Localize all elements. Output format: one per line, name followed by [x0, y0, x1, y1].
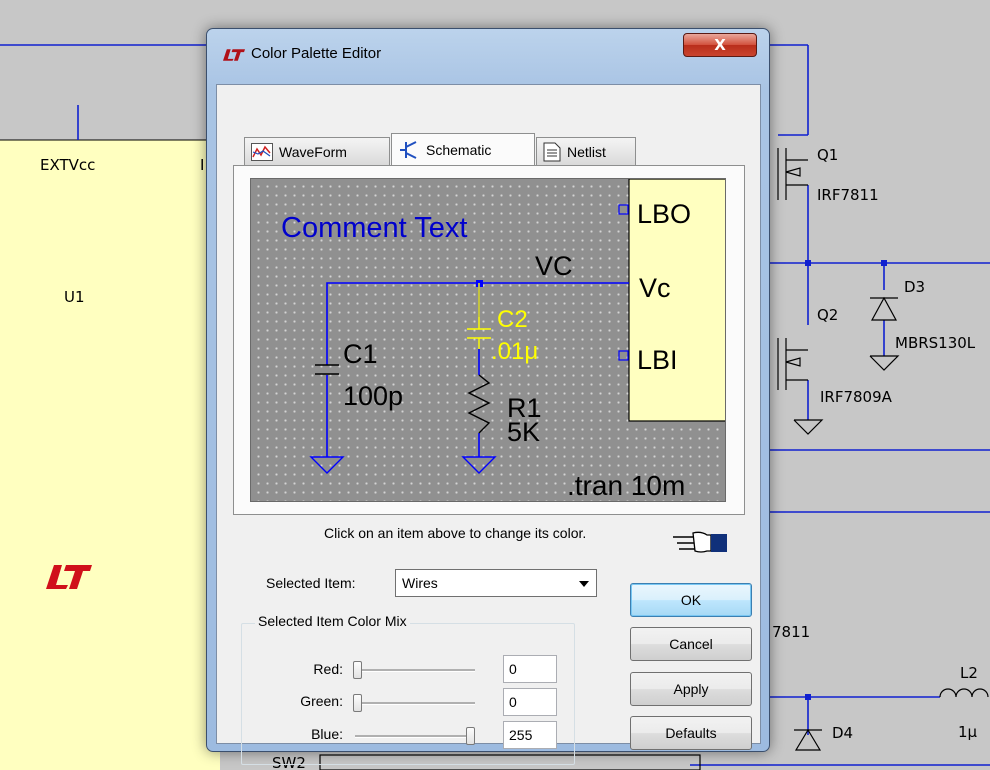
blue-value-field[interactable]: 255 — [503, 721, 557, 749]
window-title: Color Palette Editor — [251, 45, 382, 62]
ok-button[interactable]: OK — [630, 583, 752, 617]
selected-item-dropdown[interactable]: Wires — [395, 569, 597, 597]
ground-symbols[interactable] — [309, 456, 497, 474]
comment-text[interactable]: Comment Text — [281, 212, 467, 244]
c2-name[interactable]: C2 — [497, 306, 528, 333]
tab-schematic[interactable]: Schematic — [391, 133, 535, 165]
capacitor-c1[interactable] — [315, 364, 339, 375]
tab-netlist[interactable]: Netlist — [536, 137, 636, 165]
resistor-r1[interactable] — [467, 374, 491, 434]
tab-netlist-label: Netlist — [567, 143, 606, 160]
c2-value[interactable]: .01μ — [491, 338, 538, 365]
tab-waveform-label: WaveForm — [279, 143, 347, 160]
chevron-down-icon — [579, 581, 589, 587]
net-label-vc[interactable]: VC — [535, 251, 573, 281]
label-d4: D4 — [832, 724, 853, 742]
green-slider-thumb[interactable] — [353, 694, 362, 712]
c1-value[interactable]: 100p — [343, 381, 403, 411]
label-l2: L2 — [960, 664, 978, 682]
capacitor-c2[interactable] — [467, 283, 491, 349]
tab-waveform[interactable]: WaveForm — [244, 137, 390, 165]
selected-item-label: Selected Item: — [266, 575, 356, 591]
schematic-tab-panel: Comment Text VC LBO Vc LBI C1 100p C2 .0… — [233, 165, 745, 515]
defaults-button[interactable]: Defaults — [630, 716, 752, 750]
dialog-client-area: WaveForm Schematic Netlist Comment Text … — [216, 84, 761, 765]
green-value: 0 — [509, 694, 517, 710]
blue-value: 255 — [509, 727, 533, 743]
label-q1: Q1 — [817, 146, 838, 164]
pin-box-lbi[interactable] — [618, 350, 629, 361]
selected-item-value: Wires — [402, 575, 438, 591]
u1-block — [0, 140, 220, 770]
pin-label-lbo[interactable]: LBO — [637, 199, 691, 229]
label-extvcc: EXTVcc — [40, 156, 95, 174]
lt-logo-icon — [223, 49, 245, 61]
label-partial-7811: 7811 — [772, 623, 810, 641]
pin-label-lbi[interactable]: LBI — [637, 345, 678, 375]
label-d3: D3 — [904, 278, 925, 296]
netlist-icon — [543, 142, 561, 161]
label-irf7809a: IRF7809A — [820, 388, 893, 406]
schematic-icon — [400, 140, 417, 159]
pin-label-vc[interactable]: Vc — [639, 273, 671, 303]
blue-label: Blue: — [311, 726, 343, 742]
r1-value[interactable]: 5K — [507, 417, 540, 447]
red-value-field[interactable]: 0 — [503, 655, 557, 683]
green-label: Green: — [300, 693, 343, 709]
close-icon: X — [714, 36, 726, 54]
c1-name[interactable]: C1 — [343, 339, 378, 369]
color-palette-editor-dialog: Color Palette Editor X WaveForm Schemati… — [206, 28, 770, 765]
title-bar[interactable]: Color Palette Editor X — [207, 29, 769, 85]
red-slider-track[interactable] — [355, 669, 475, 672]
wires[interactable] — [326, 282, 629, 457]
label-l2-value: 1μ — [958, 723, 978, 741]
close-button[interactable]: X — [683, 33, 757, 57]
red-slider-thumb[interactable] — [353, 661, 362, 679]
pin-box-lbo[interactable] — [618, 204, 629, 215]
red-label: Red: — [313, 661, 343, 677]
spice-directive[interactable]: .tran 10m — [567, 470, 685, 501]
blue-slider-track[interactable] — [355, 735, 475, 738]
apply-button[interactable]: Apply — [630, 672, 752, 706]
green-value-field[interactable]: 0 — [503, 688, 557, 716]
green-slider-track[interactable] — [355, 702, 475, 705]
color-mix-group-label: Selected Item Color Mix — [255, 613, 410, 629]
hint-text: Click on an item above to change its col… — [324, 525, 587, 541]
waveform-icon — [251, 142, 273, 161]
label-mbrs130l: MBRS130L — [895, 334, 976, 352]
schematic-preview[interactable]: Comment Text VC LBO Vc LBI C1 100p C2 .0… — [250, 178, 726, 502]
cancel-button[interactable]: Cancel — [630, 627, 752, 661]
pointing-hand-icon — [673, 531, 727, 553]
label-partial-i: I — [200, 156, 204, 174]
label-u1: U1 — [64, 288, 85, 306]
red-value: 0 — [509, 661, 517, 677]
label-q2: Q2 — [817, 306, 838, 324]
blue-slider-thumb[interactable] — [466, 727, 475, 745]
label-irf7811: IRF7811 — [817, 186, 879, 204]
tab-schematic-label: Schematic — [426, 141, 492, 158]
